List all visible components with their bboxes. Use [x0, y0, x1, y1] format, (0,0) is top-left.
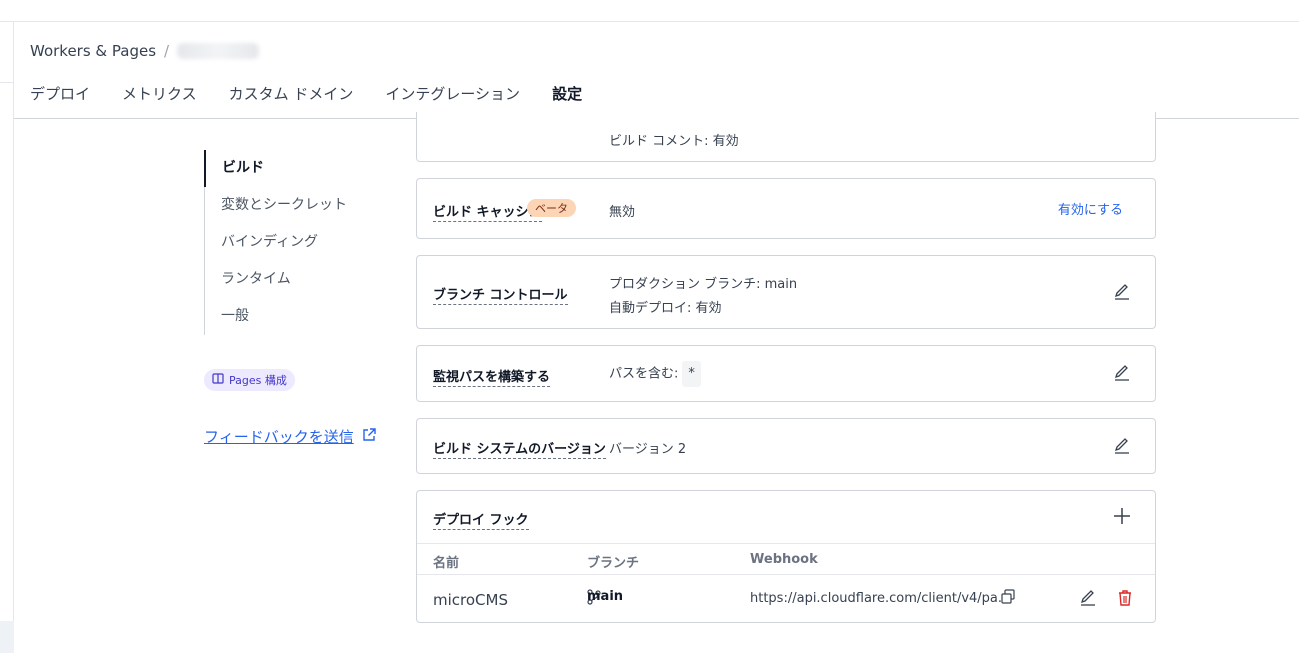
branch-control-card: ブランチ コントロール プロダクション ブランチ: main 自動デプロイ: 有…: [416, 255, 1156, 329]
subnav-item-build[interactable]: ビルド: [204, 150, 374, 187]
column-header-webhook: Webhook: [750, 552, 818, 567]
edit-icon[interactable]: [1113, 283, 1133, 303]
branch-control-label: ブランチ コントロール: [433, 284, 568, 305]
tab-metrics[interactable]: メトリクス: [106, 72, 213, 118]
trash-icon[interactable]: [1117, 589, 1133, 611]
top-bar: [0, 0, 1299, 22]
column-header-name: 名前: [433, 556, 460, 571]
tab-deploy[interactable]: デプロイ: [14, 72, 106, 118]
include-paths-label: パスを含む:: [609, 366, 679, 382]
subnav-item-variables-secrets[interactable]: 変数とシークレット: [205, 187, 374, 224]
breadcrumb-root[interactable]: Workers & Pages: [30, 42, 156, 60]
watch-paths-label: 監視パスを構築する: [433, 366, 551, 387]
watch-paths-card: 監視パスを構築する パスを含む: *: [416, 345, 1156, 402]
subnav-item-bindings[interactable]: バインディング: [205, 224, 374, 261]
build-comment-card: ビルド コメント: 有効: [416, 112, 1156, 162]
edit-icon[interactable]: [1079, 589, 1097, 611]
subnav-item-general[interactable]: 一般: [205, 298, 374, 335]
production-branch-value: プロダクション ブランチ: main: [609, 277, 798, 292]
feedback-label[interactable]: フィードバックを送信: [204, 426, 354, 447]
edit-icon[interactable]: [1113, 437, 1133, 457]
beta-badge: ベータ: [527, 199, 576, 217]
auto-deploy-value: 自動デプロイ: 有効: [609, 301, 722, 316]
book-icon: [212, 373, 224, 387]
rail-divider: [0, 82, 14, 83]
enable-build-cache-link[interactable]: 有効にする: [1058, 199, 1123, 218]
build-cache-label: ビルド キャッシュ: [433, 201, 542, 222]
breadcrumb: Workers & Pages /: [30, 40, 260, 62]
breadcrumb-project-redacted: [177, 43, 260, 59]
left-rail: [0, 22, 14, 653]
breadcrumb-separator: /: [164, 42, 170, 60]
subnav-list: ビルド 変数とシークレット バインディング ランタイム 一般: [204, 150, 374, 335]
build-cache-value: 無効: [609, 205, 636, 220]
build-system-label: ビルド システムのバージョン: [433, 438, 606, 459]
pages-config-label: Pages 構成: [229, 374, 287, 387]
plus-icon[interactable]: [1113, 507, 1133, 527]
hook-branch-label: main: [587, 589, 624, 604]
build-system-card: ビルド システムのバージョン バージョン 2: [416, 418, 1156, 474]
external-link-icon: [362, 427, 376, 446]
column-header-branch: ブランチ: [587, 556, 640, 571]
subnav-item-runtime[interactable]: ランタイム: [205, 261, 374, 298]
include-paths-chip: *: [682, 361, 701, 387]
hook-webhook-url: https://api.cloudflare.com/client/v4/pa.…: [750, 591, 1011, 606]
deploy-hooks-table-head: 名前 ブランチ Webhook: [417, 543, 1155, 575]
pages-config-badge[interactable]: Pages 構成: [204, 369, 295, 391]
edit-icon[interactable]: [1113, 364, 1133, 384]
build-comment-value: ビルド コメント: 有効: [609, 134, 739, 149]
deploy-hooks-card: デプロイ フック 名前 ブランチ Webhook microCMS main h…: [416, 490, 1156, 623]
tab-custom-domains[interactable]: カスタム ドメイン: [213, 72, 370, 118]
watch-paths-value: パスを含む: *: [609, 361, 701, 387]
build-cache-card: ビルド キャッシュ ベータ 無効 有効にする: [416, 178, 1156, 239]
copy-icon[interactable]: [1000, 589, 1016, 609]
settings-subnav: ビルド 変数とシークレット バインディング ランタイム 一般: [204, 150, 374, 335]
feedback-link[interactable]: フィードバックを送信: [204, 426, 376, 447]
table-row: microCMS main https://api.cloudflare.com…: [417, 575, 1155, 621]
build-system-value: バージョン 2: [609, 442, 687, 457]
deploy-hooks-label: デプロイ フック: [433, 509, 529, 530]
rail-footer: [0, 621, 14, 653]
hook-name: microCMS: [433, 591, 508, 609]
